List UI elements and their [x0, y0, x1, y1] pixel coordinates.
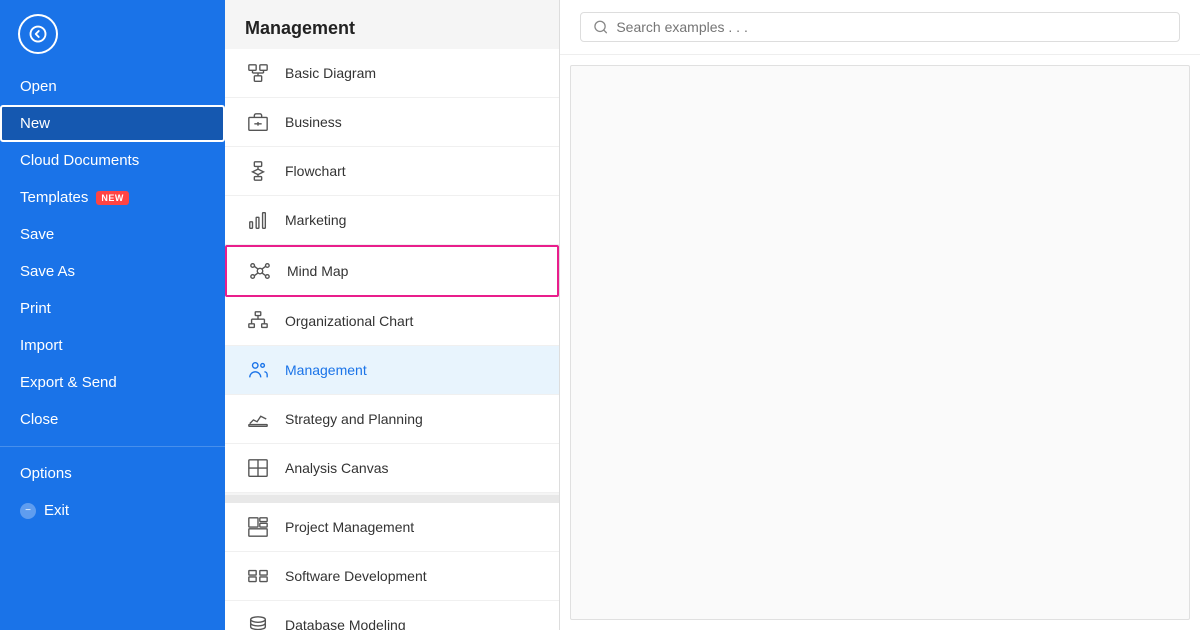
mind-map-icon [247, 258, 273, 284]
management-icon [245, 357, 271, 383]
list-item-database-modeling[interactable]: Database Modeling [225, 601, 559, 630]
list-section-2: Project Management Software Development [225, 503, 559, 630]
sidebar-item-save-as[interactable]: Save As [0, 253, 225, 290]
search-input[interactable] [616, 19, 1167, 35]
list-item-analysis[interactable]: Analysis Canvas [225, 444, 559, 493]
software-icon [245, 563, 271, 589]
org-chart-icon [245, 308, 271, 334]
templates-label: Templates [20, 189, 88, 206]
sidebar: Open New Cloud Documents Templates NEW S… [0, 0, 225, 630]
strategy-icon [245, 406, 271, 432]
list-item-flowchart[interactable]: Flowchart [225, 147, 559, 196]
sidebar-item-open[interactable]: Open [0, 68, 225, 105]
database-icon [245, 612, 271, 630]
analysis-label: Analysis Canvas [285, 460, 389, 476]
basic-diagram-label: Basic Diagram [285, 65, 376, 81]
sidebar-item-import[interactable]: Import [0, 327, 225, 364]
strategy-label: Strategy and Planning [285, 411, 423, 427]
basic-diagram-icon [245, 60, 271, 86]
flowchart-label: Flowchart [285, 163, 346, 179]
middle-list: Basic Diagram Business [225, 49, 559, 630]
flowchart-icon [245, 158, 271, 184]
exit-icon: − [20, 503, 36, 519]
new-badge: NEW [96, 191, 129, 205]
list-item-management[interactable]: Management [225, 346, 559, 395]
exit-label: Exit [44, 502, 69, 519]
org-chart-label: Organizational Chart [285, 313, 413, 329]
list-item-project-management[interactable]: Project Management [225, 503, 559, 552]
analysis-icon [245, 455, 271, 481]
list-item-marketing[interactable]: Marketing [225, 196, 559, 245]
sidebar-item-templates[interactable]: Templates NEW [0, 179, 225, 216]
middle-header: Management [225, 0, 559, 49]
right-content [570, 65, 1190, 620]
search-icon [593, 19, 608, 35]
business-icon [245, 109, 271, 135]
sidebar-item-exit[interactable]: − Exit [0, 492, 225, 529]
list-item-business[interactable]: Business [225, 98, 559, 147]
marketing-icon [245, 207, 271, 233]
list-item-org-chart[interactable]: Organizational Chart [225, 297, 559, 346]
right-toolbar [560, 0, 1200, 55]
sidebar-item-options[interactable]: Options [0, 455, 225, 492]
sidebar-divider [0, 446, 225, 447]
marketing-label: Marketing [285, 212, 346, 228]
section-divider [225, 495, 559, 503]
management-label: Management [285, 362, 367, 378]
list-section-1: Basic Diagram Business [225, 49, 559, 493]
sidebar-menu: Open New Cloud Documents Templates NEW S… [0, 68, 225, 529]
mind-map-label: Mind Map [287, 263, 348, 279]
right-panel [560, 0, 1200, 630]
search-box[interactable] [580, 12, 1180, 42]
sidebar-item-export-send[interactable]: Export & Send [0, 364, 225, 401]
database-label: Database Modeling [285, 617, 406, 630]
list-item-mind-map[interactable]: Mind Map [225, 245, 559, 297]
sidebar-item-new[interactable]: New [0, 105, 225, 142]
project-icon [245, 514, 271, 540]
sidebar-item-print[interactable]: Print [0, 290, 225, 327]
sidebar-item-save[interactable]: Save [0, 216, 225, 253]
list-item-software-development[interactable]: Software Development [225, 552, 559, 601]
middle-panel: Management Basic Diagram [225, 0, 560, 630]
list-item-basic-diagram[interactable]: Basic Diagram [225, 49, 559, 98]
business-label: Business [285, 114, 342, 130]
project-label: Project Management [285, 519, 414, 535]
software-label: Software Development [285, 568, 427, 584]
back-button[interactable] [18, 14, 58, 54]
list-item-strategy[interactable]: Strategy and Planning [225, 395, 559, 444]
sidebar-item-cloud-documents[interactable]: Cloud Documents [0, 142, 225, 179]
sidebar-item-close[interactable]: Close [0, 401, 225, 438]
